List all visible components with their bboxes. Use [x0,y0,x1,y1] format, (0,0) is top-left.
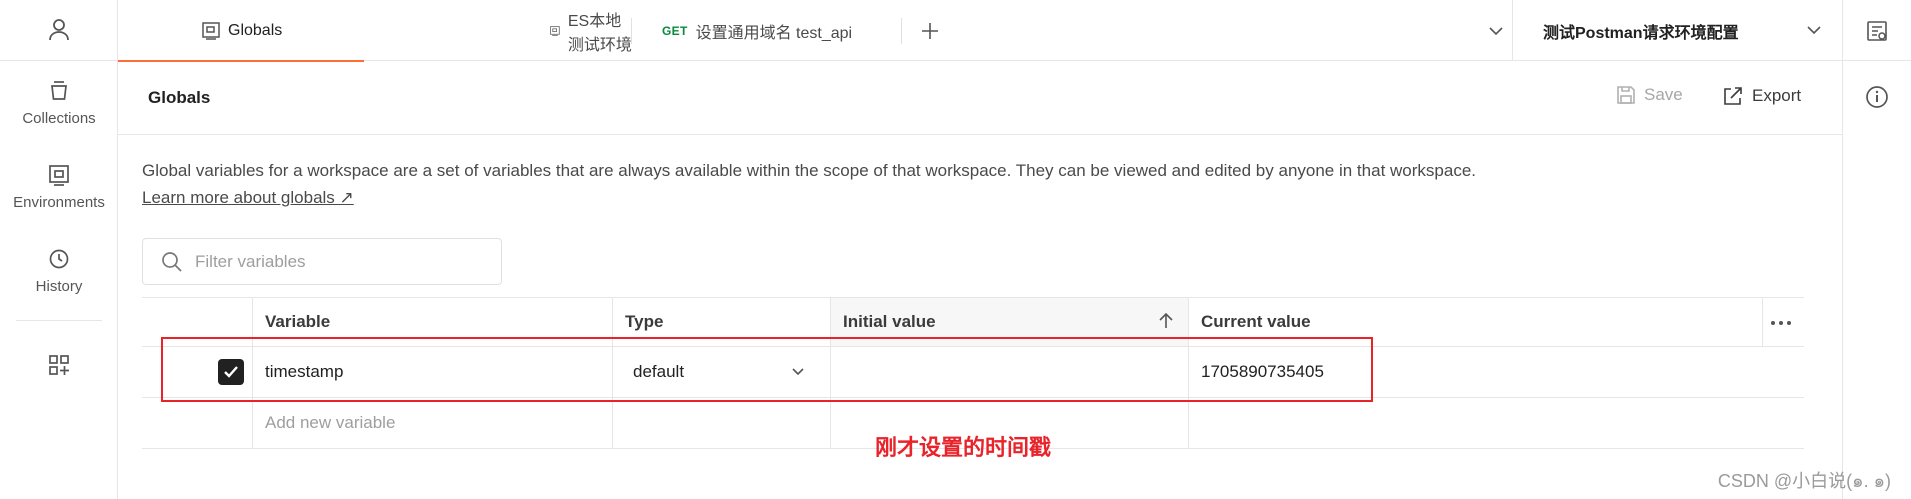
column-header-type: Type [612,298,830,346]
globals-description: Global variables for a workspace are a s… [142,157,1702,211]
variable-enabled-checkbox[interactable] [218,359,244,385]
chevron-down-icon [1807,26,1821,35]
environment-selector[interactable]: 测试Postman请求环境配置 [1512,0,1842,61]
empty-current-cell[interactable] [1188,398,1762,448]
tabs-overflow-button[interactable] [1476,0,1516,61]
environment-selector-value: 测试Postman请求环境配置 [1543,24,1739,42]
sidebar-item-label: Collections [22,110,96,127]
history-icon [49,249,69,269]
add-widget-icon [49,355,69,375]
collections-icon [51,81,67,100]
sidebar-item-label: Environments [13,194,105,211]
arrow-up-icon[interactable] [1158,312,1174,330]
current-value-cell[interactable]: 1705890735405 [1188,347,1762,397]
description-text: Global variables for a workspace are a s… [142,161,1476,180]
add-new-variable-input[interactable]: Add new variable [252,398,612,448]
environments-icon [49,165,69,186]
save-label: Save [1644,85,1683,104]
export-button[interactable]: Export [1722,85,1801,107]
checkmark-icon [224,366,238,378]
export-icon [1724,87,1742,105]
save-icon [1617,86,1635,104]
watermark: CSDN @小白说(๑. ๑) [1717,471,1891,491]
sidebar-item-label: History [35,278,83,295]
tab-label: Globals [228,21,283,39]
info-button[interactable] [1865,85,1889,114]
user-icon [49,19,69,41]
type-select[interactable]: default [612,347,830,397]
column-header-current-value: Current value [1188,298,1762,346]
table-row: timestamp default 1705890735405 [142,347,1804,398]
empty-type-cell[interactable] [612,398,830,448]
save-button[interactable]: Save [1616,85,1683,105]
add-variable-placeholder: Add new variable [265,413,396,432]
variable-name-cell[interactable]: timestamp [252,347,612,397]
content-header: Globals Save Export [118,61,1842,135]
tab-label: ES本地测试环境 [567,12,632,54]
type-value: default [633,362,685,381]
environment-icon [550,25,560,36]
annotation-text: 刚才设置的时间戳 [875,435,1052,461]
configure-sidebar-button[interactable] [0,354,118,376]
info-icon [1866,86,1888,108]
export-label: Export [1752,86,1802,105]
left-sidebar: Collections Environments History [0,0,118,499]
new-tab-button[interactable] [910,0,950,61]
tab-get-request[interactable]: GET 设置通用域名 test_api [632,0,902,61]
column-header-variable: Variable [252,298,612,346]
sidebar-item-collections[interactable]: Collections [0,80,118,127]
tab-bar: Globals ES本地测试环境 GET 设置通用域名 test_api 测试P… [118,0,1911,62]
sidebar-divider [16,320,102,321]
page-title: Globals [148,88,211,107]
right-sidebar [1842,61,1911,499]
method-badge: GET [662,23,688,38]
more-options-icon[interactable] [1770,320,1792,326]
table-header-row: Variable Type Initial value Current valu… [142,297,1804,347]
account-button[interactable] [0,0,118,61]
tab-globals[interactable]: Globals [118,0,364,62]
environment-quick-look-button[interactable] [1842,0,1911,61]
environment-quick-look-icon [1867,20,1887,41]
globals-icon [202,21,220,40]
tab-label: 设置通用域名 test_api [695,24,853,42]
learn-more-link[interactable]: Learn more about globals ↗ [142,188,354,207]
column-header-initial-value[interactable]: Initial value [830,298,1188,346]
tab-es-env[interactable]: ES本地测试环境 [364,0,632,61]
tab-separator [901,18,902,44]
initial-value-cell[interactable] [830,347,1188,397]
filter-input[interactable] [195,251,475,272]
chevron-down-icon [792,368,804,376]
search-icon [162,251,182,272]
sidebar-item-environments[interactable]: Environments [0,164,118,211]
column-header-label: Initial value [843,312,936,331]
plus-icon [922,22,938,39]
sidebar-item-history[interactable]: History [0,248,118,295]
chevron-down-icon [1489,26,1503,35]
filter-variables[interactable] [142,238,502,285]
type-dropdown[interactable]: default [625,362,805,382]
